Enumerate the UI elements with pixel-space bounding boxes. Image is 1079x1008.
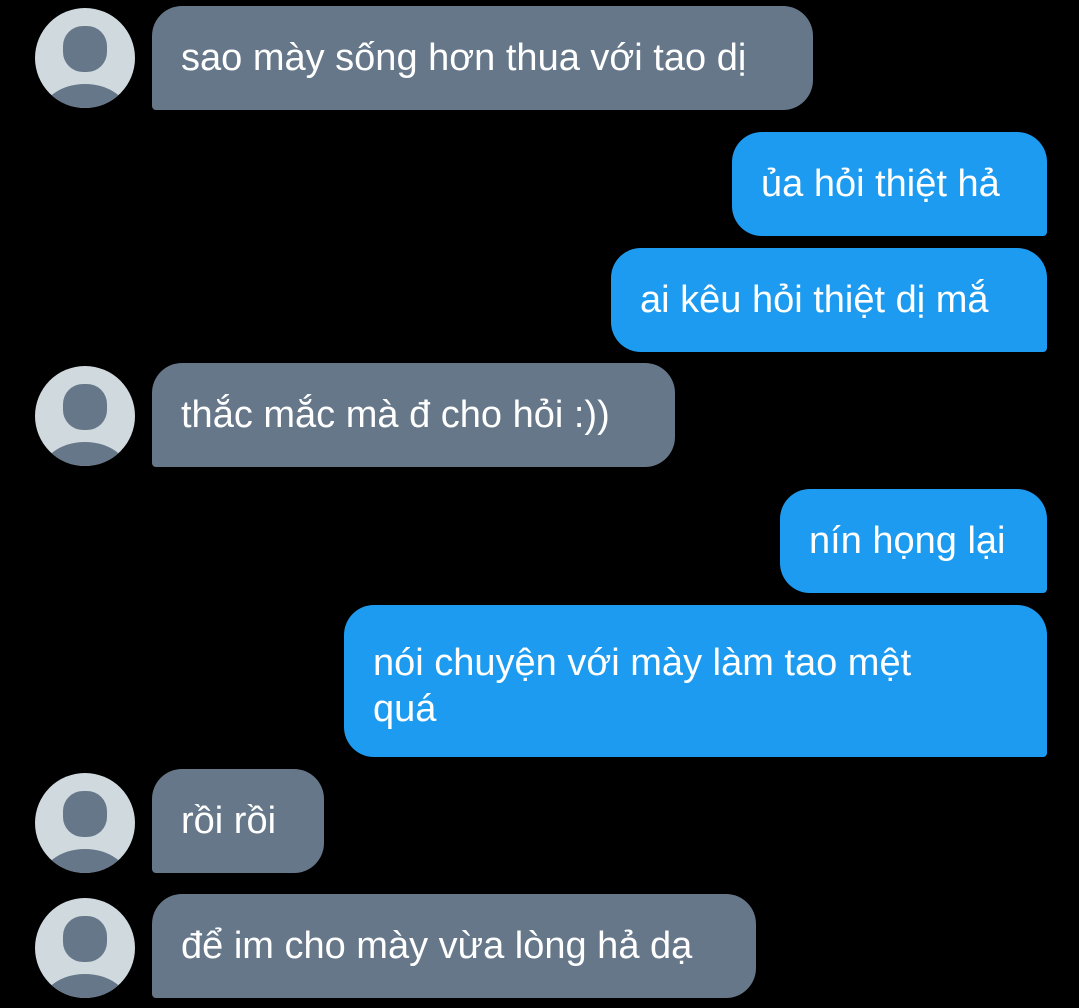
outgoing-message-bubble[interactable]: ủa hỏi thiệt hả [732, 132, 1047, 236]
default-profile-avatar-icon [42, 384, 128, 466]
default-profile-avatar-icon [42, 791, 128, 873]
message-text: nín họng lại [809, 520, 1006, 562]
message-text: thắc mắc mà đ cho hỏi :)) [181, 394, 610, 436]
incoming-message-bubble[interactable]: sao mày sống hơn thua với tao dị [152, 6, 813, 110]
message-text: nói chuyện với mày làm tao mệt quá [373, 642, 912, 730]
message-text: sao mày sống hơn thua với tao dị [181, 37, 747, 79]
outgoing-message-bubble[interactable]: nín họng lại [780, 489, 1047, 593]
avatar[interactable] [35, 773, 135, 873]
message-text: rồi rồi [181, 800, 277, 842]
outgoing-message-bubble[interactable]: nói chuyện với mày làm tao mệt quá [344, 605, 1047, 757]
incoming-message-bubble[interactable]: rồi rồi [152, 769, 324, 873]
default-profile-avatar-icon [42, 26, 128, 108]
avatar[interactable] [35, 898, 135, 998]
avatar[interactable] [35, 366, 135, 466]
incoming-message-bubble[interactable]: thắc mắc mà đ cho hỏi :)) [152, 363, 675, 467]
message-text: để im cho mày vừa lòng hả dạ [181, 925, 693, 967]
default-profile-avatar-icon [42, 916, 128, 998]
message-text: ủa hỏi thiệt hả [761, 163, 1000, 205]
outgoing-message-bubble[interactable]: ai kêu hỏi thiệt dị mắ [611, 248, 1047, 352]
avatar[interactable] [35, 8, 135, 108]
message-text: ai kêu hỏi thiệt dị mắ [640, 279, 989, 321]
incoming-message-bubble[interactable]: để im cho mày vừa lòng hả dạ [152, 894, 756, 998]
